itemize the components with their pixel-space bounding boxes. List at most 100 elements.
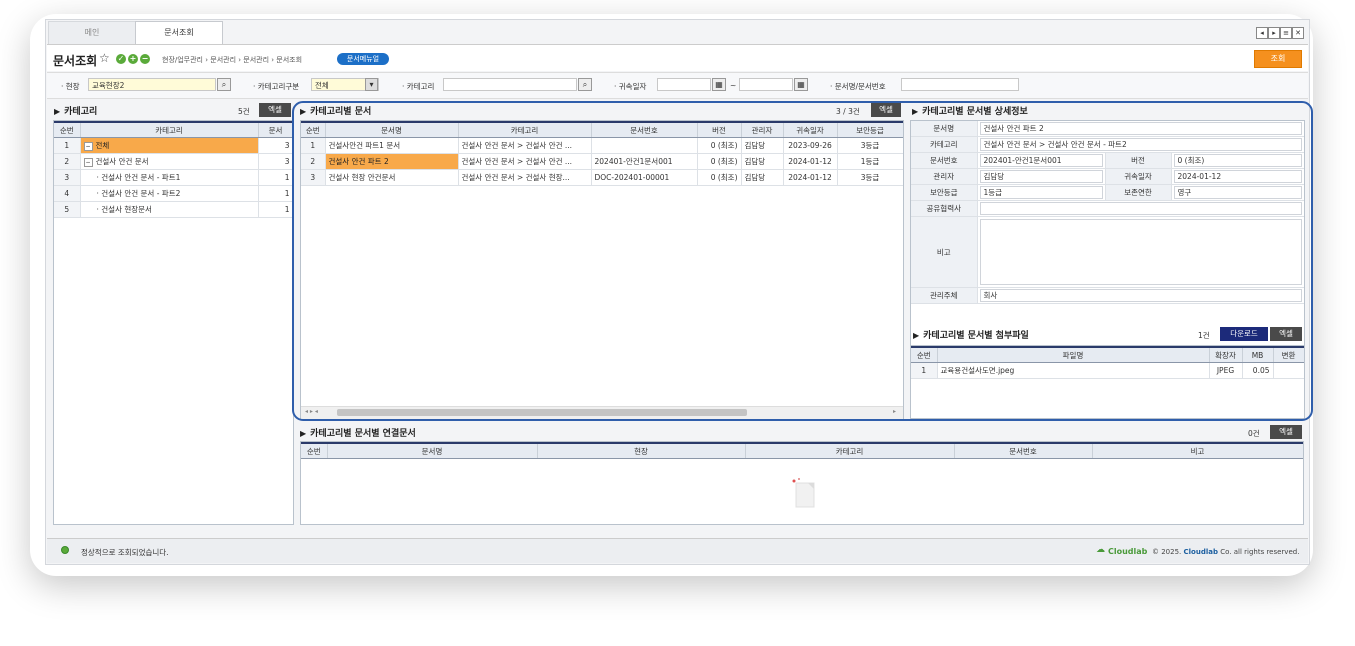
tree-collapse-icon[interactable]: −: [83, 141, 93, 151]
col-doc-count[interactable]: 문서: [258, 121, 293, 138]
col-category[interactable]: 카테고리: [80, 121, 259, 138]
docs-col-seq[interactable]: 순번: [301, 121, 326, 138]
category-type-label: · 카테고리구분: [253, 82, 300, 91]
detail-note-field[interactable]: [979, 219, 1302, 285]
category-input[interactable]: [443, 78, 577, 91]
tab-menu-icon[interactable]: ≡: [1280, 27, 1292, 39]
docs-excel-button[interactable]: 엑셀: [871, 103, 901, 117]
site-input[interactable]: 교육현장2: [88, 78, 216, 91]
linked-col-category[interactable]: 카테고리: [745, 442, 955, 459]
category-row[interactable]: 2− 건설사 안건 문서 3: [54, 153, 293, 170]
attach-excel-button[interactable]: 엑셀: [1270, 327, 1302, 341]
detail-owner-field[interactable]: 회사: [979, 289, 1302, 302]
docs-col-docno[interactable]: 문서번호: [591, 121, 698, 138]
date-from-input[interactable]: [657, 78, 711, 91]
detail-date-field[interactable]: 2024-01-12: [1173, 170, 1302, 183]
detail-retention-label: 보존연한: [1105, 184, 1172, 201]
page-title: 문서조회: [53, 54, 98, 68]
category-row[interactable]: 4 · 건설사 안건 문서 - 파트2 1: [54, 185, 293, 202]
linked-col-name[interactable]: 문서명: [327, 442, 538, 459]
attach-col-ext[interactable]: 확장자: [1209, 346, 1243, 363]
document-row-name[interactable]: 건설사 현장 안건문서: [325, 169, 459, 186]
linked-col-note[interactable]: 비고: [1092, 442, 1303, 459]
add-icon[interactable]: +: [128, 54, 138, 64]
download-button[interactable]: 다운로드: [1220, 327, 1268, 341]
docs-col-category[interactable]: 카테고리: [458, 121, 592, 138]
tab-main[interactable]: 메인: [48, 21, 136, 44]
site-search-icon[interactable]: ⌕: [217, 78, 231, 91]
search-button[interactable]: 조회: [1254, 50, 1302, 68]
category-row-name-cell[interactable]: − 전체: [80, 137, 259, 154]
calendar-from-icon[interactable]: ▦: [712, 78, 726, 91]
tab-document-search[interactable]: 문서조회: [135, 21, 223, 44]
tree-collapse-icon[interactable]: −: [83, 157, 93, 167]
category-row[interactable]: 3 · 건설사 안건 문서 - 파트1 1: [54, 169, 293, 186]
scroll-right-icon[interactable]: ▸: [893, 408, 896, 415]
prev-tab-icon[interactable]: ◂: [1256, 27, 1268, 39]
col-seq[interactable]: 순번: [54, 121, 81, 138]
docs-col-security[interactable]: 보안등급: [837, 121, 903, 138]
chevron-down-icon[interactable]: ▾: [365, 78, 378, 91]
category-row[interactable]: 1− 전체 3: [54, 137, 293, 154]
attachment-row[interactable]: 1 교육용건설사도면.jpeg JPEG 0.05: [911, 362, 1304, 379]
docs-col-name[interactable]: 문서명: [325, 121, 459, 138]
favorite-star-icon[interactable]: ☆: [99, 51, 110, 65]
document-row-name[interactable]: 건설사 안건 파트 2: [325, 153, 459, 170]
check-icon[interactable]: ✓: [116, 54, 126, 64]
category-label: · 카테고리: [402, 82, 435, 91]
detail-category-label: 카테고리: [911, 136, 978, 153]
docs-scrollbar-thumb[interactable]: [337, 409, 747, 416]
detail-category-field[interactable]: 건설사 안건 문서 > 건설사 안건 문서 - 파트2: [979, 138, 1302, 151]
date-to-input[interactable]: [739, 78, 793, 91]
attach-col-seq[interactable]: 순번: [911, 346, 938, 363]
calendar-to-icon[interactable]: ▦: [794, 78, 808, 91]
document-row[interactable]: 2 건설사 안건 파트 2 건설사 안건 문서 > 건설사 안건 ... 202401…: [301, 153, 903, 170]
document-row[interactable]: 3 건설사 현장 안건문서 건설사 안건 문서 > 건설사 현장... DOC-202…: [301, 169, 903, 186]
copyright-suffix: Co. all rights reserved.: [1220, 548, 1300, 556]
attachment-row-ext: JPEG: [1209, 362, 1243, 379]
category-row[interactable]: 5 · 건설사 현장문서 1: [54, 201, 293, 218]
linked-col-seq[interactable]: 순번: [301, 442, 328, 459]
category-row-name-cell[interactable]: · 건설사 안건 문서 - 파트1: [80, 169, 259, 186]
scroll-left-icons[interactable]: ◂ ▸ ◂: [305, 408, 318, 415]
docname-input[interactable]: [901, 78, 1019, 91]
detail-docname-field[interactable]: 건설사 안건 파트 2: [979, 122, 1302, 135]
linked-grid: 순번 문서명 현장 카테고리 문서번호 비고: [300, 441, 1304, 525]
attach-col-filename[interactable]: 파일명: [937, 346, 1210, 363]
close-tab-icon[interactable]: ✕: [1292, 27, 1304, 39]
document-row[interactable]: 1 건설사안건 파트1 문서 건설사 안건 문서 > 건설사 안건 ... 0 (최조…: [301, 137, 903, 154]
category-grid: 순번 카테고리 문서 1− 전체 3 2− 건설사 안건 문서 3 3 · 건설사 안건 문서…: [53, 120, 294, 525]
detail-version-field[interactable]: 0 (최조): [1173, 154, 1302, 167]
attach-grid: 순번 파일명 확장자 MB 변환 1 교육용건설사도면.jpeg JPEG 0.05: [911, 345, 1304, 418]
detail-security-field[interactable]: 1등급: [979, 186, 1103, 199]
document-row-name[interactable]: 건설사안건 파트1 문서: [325, 137, 459, 154]
manual-button[interactable]: 문서메뉴얼: [337, 53, 389, 65]
detail-partner-field[interactable]: [979, 202, 1302, 215]
docs-col-version[interactable]: 버전: [697, 121, 742, 138]
docs-horizontal-scrollbar[interactable]: ◂ ▸ ◂ ▸: [301, 406, 903, 419]
category-search-icon[interactable]: ⌕: [578, 78, 592, 91]
category-row-name-cell[interactable]: · 건설사 현장문서: [80, 201, 259, 218]
attach-count: 1건: [1198, 331, 1210, 340]
category-row-name-cell[interactable]: − 건설사 안건 문서: [80, 153, 259, 170]
category-row-name-cell[interactable]: · 건설사 안건 문서 - 파트2: [80, 185, 259, 202]
minus-icon[interactable]: −: [140, 54, 150, 64]
detail-docno-field[interactable]: 202401-안건1문서001: [979, 154, 1103, 167]
docs-col-manager[interactable]: 관리자: [741, 121, 784, 138]
next-tab-icon[interactable]: ▸: [1268, 27, 1280, 39]
attach-col-convert[interactable]: 변환: [1273, 346, 1304, 363]
attach-panel-title-text: 카테고리별 문서별 첨부파일: [923, 331, 1029, 341]
linked-excel-button[interactable]: 엑셀: [1270, 425, 1302, 439]
linked-col-site[interactable]: 현장: [537, 442, 746, 459]
detail-manager-field[interactable]: 김담당: [979, 170, 1103, 183]
document-row-security: 1등급: [837, 153, 903, 170]
detail-retention-field[interactable]: 영구: [1173, 186, 1302, 199]
document-row-security: 3등급: [837, 137, 903, 154]
docs-col-date[interactable]: 귀속일자: [783, 121, 838, 138]
detail-manager-label: 관리자: [911, 168, 978, 185]
linked-col-docno[interactable]: 문서번호: [954, 442, 1093, 459]
document-row-manager: 김담당: [741, 153, 784, 170]
attachment-row-filename[interactable]: 교육용건설사도면.jpeg: [937, 362, 1210, 379]
attach-col-mb[interactable]: MB: [1242, 346, 1274, 363]
category-excel-button[interactable]: 엑셀: [259, 103, 291, 117]
